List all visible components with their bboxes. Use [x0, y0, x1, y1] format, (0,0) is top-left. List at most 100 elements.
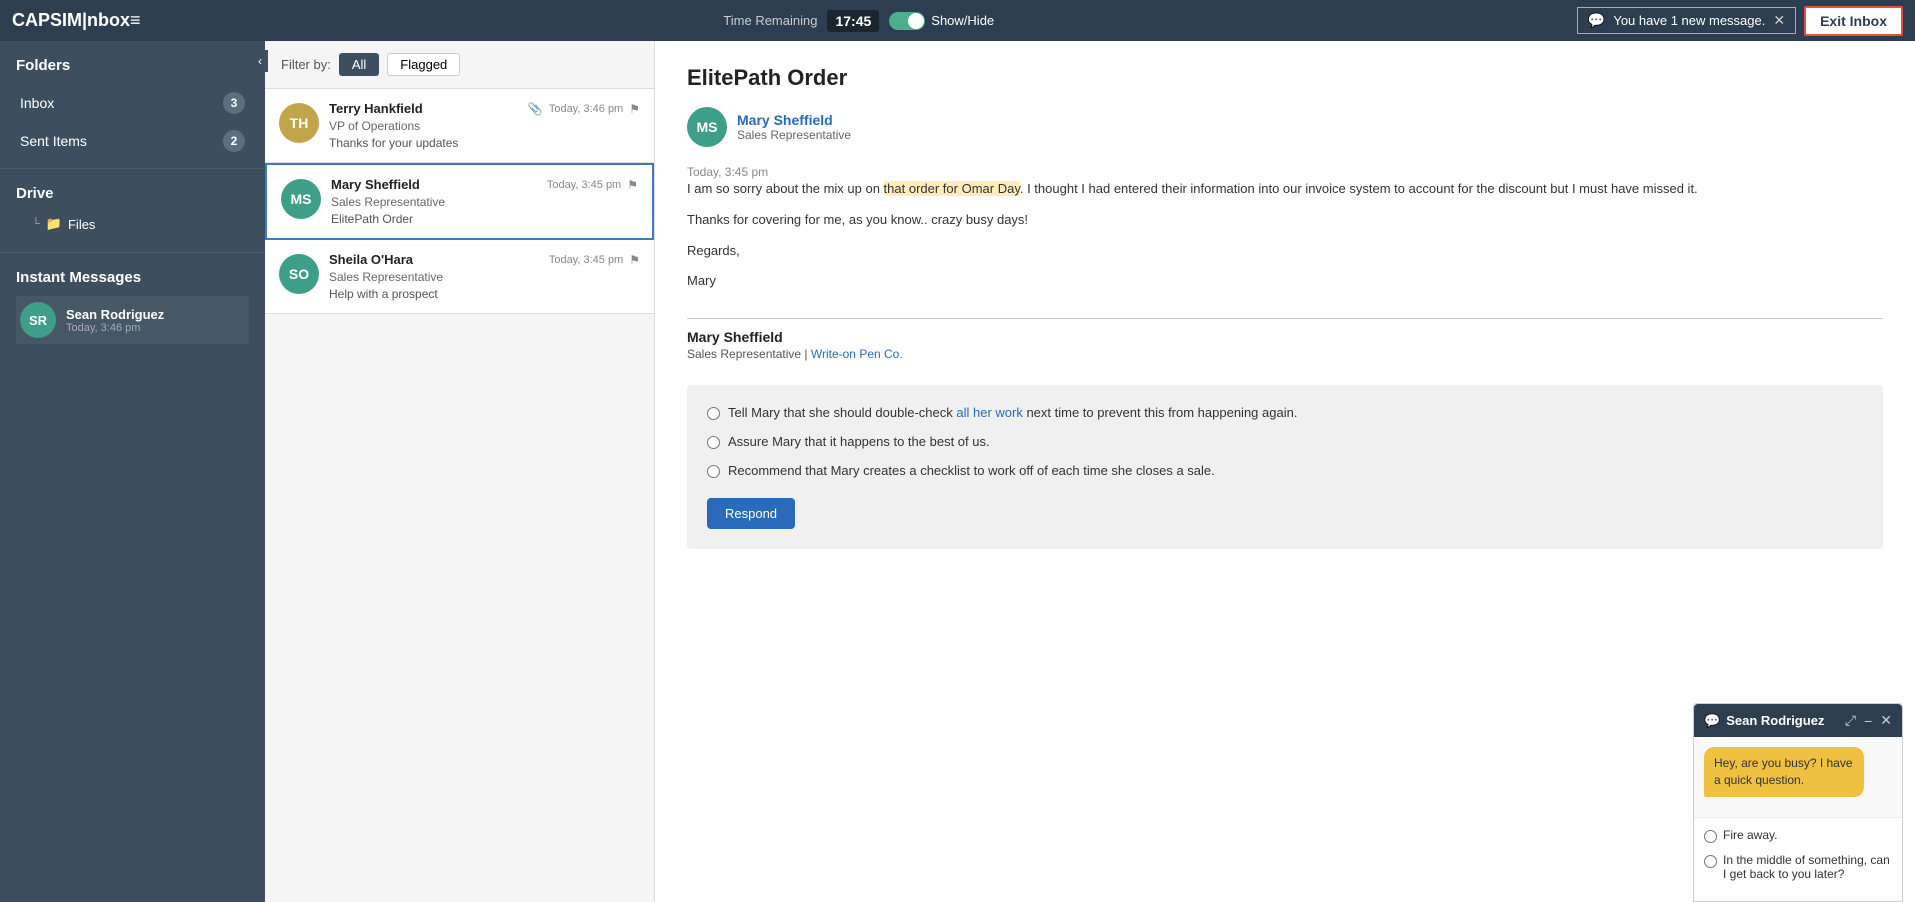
email-signature: Mary Sheffield Sales Representative | Wr…: [687, 318, 1883, 361]
email-list-panel: Filter by: All Flagged TH Terry Hankfiel…: [265, 41, 655, 902]
exit-inbox-button[interactable]: Exit Inbox: [1804, 6, 1903, 36]
show-hide-toggle[interactable]: Show/Hide: [889, 12, 994, 30]
response-radio-1[interactable]: [707, 407, 720, 420]
filter-label: Filter by:: [281, 57, 331, 72]
show-hide-label: Show/Hide: [931, 13, 994, 28]
chat-bubble-message: Hey, are you busy? I have a quick questi…: [1704, 747, 1864, 797]
im-title: Instant Messages: [16, 269, 249, 286]
role-sheila: Sales Representative: [329, 270, 640, 284]
chat-header-name: Sean Rodriguez: [1726, 713, 1824, 728]
toggle-switch[interactable]: [889, 12, 925, 30]
toggle-knob: [908, 13, 924, 29]
meta-mary: Today, 3:45 pm ⚑: [547, 178, 638, 192]
chat-response-1[interactable]: Fire away.: [1704, 828, 1892, 843]
signature-name: Mary Sheffield: [687, 329, 1883, 345]
chat-close-icon[interactable]: ✕: [1880, 712, 1892, 729]
response-radio-3[interactable]: [707, 465, 720, 478]
chat-panel: 💬 Sean Rodriguez ⤢ − ✕ Hey, are you busy…: [1693, 703, 1903, 902]
timer-display: 17:45: [827, 10, 879, 32]
app-logo: CAPSIM|nbox≡: [12, 10, 141, 31]
respond-button[interactable]: Respond: [707, 498, 795, 529]
im-time-sean: Today, 3:46 pm: [66, 322, 164, 334]
response-radio-2[interactable]: [707, 436, 720, 449]
chat-response-2[interactable]: In the middle of something, can I get ba…: [1704, 853, 1892, 881]
response-label-2: Assure Mary that it happens to the best …: [728, 434, 990, 449]
folder-icon: 📁: [46, 216, 62, 232]
response-option-1[interactable]: Tell Mary that she should double-check a…: [707, 405, 1863, 420]
chat-header-controls: ⤢ − ✕: [1845, 712, 1892, 729]
main-layout: ‹ Folders Inbox 3 Sent Items 2 Drive └ 📁…: [0, 41, 1915, 902]
notification-close-icon[interactable]: ✕: [1773, 12, 1785, 29]
im-info-sean: Sean Rodriguez Today, 3:46 pm: [66, 307, 164, 334]
email-sender-row: MS Mary Sheffield Sales Representative: [687, 107, 1883, 147]
flag-icon-sheila: ⚑: [629, 253, 640, 267]
response-label-1: Tell Mary that she should double-check a…: [728, 405, 1297, 420]
response-option-2[interactable]: Assure Mary that it happens to the best …: [707, 434, 1863, 449]
drive-section: Drive └ 📁 Files: [0, 168, 265, 252]
body-para-4: Mary: [687, 271, 1883, 292]
chat-minimize-icon[interactable]: −: [1864, 713, 1872, 729]
chat-expand-icon[interactable]: ⤢: [1845, 712, 1856, 729]
email-header-sheila: Sheila O'Hara Today, 3:45 pm ⚑: [329, 252, 640, 267]
drive-files-item[interactable]: └ 📁 Files: [16, 212, 249, 236]
chat-response-label-1: Fire away.: [1723, 828, 1777, 842]
sidebar-item-inbox[interactable]: Inbox 3: [16, 84, 249, 122]
filter-all-button[interactable]: All: [339, 53, 379, 76]
email-detail-title: ElitePath Order: [687, 65, 1883, 91]
notification-bar: 💬 You have 1 new message. ✕: [1577, 7, 1796, 34]
sender-detail-info: Mary Sheffield Sales Representative: [737, 112, 851, 142]
meta-sheila: Today, 3:45 pm ⚑: [549, 253, 640, 267]
subject-mary: ElitePath Order: [331, 212, 638, 226]
instant-messages-section: Instant Messages SR Sean Rodriguez Today…: [0, 252, 265, 360]
email-item-mary[interactable]: MS Mary Sheffield Today, 3:45 pm ⚑ Sales…: [265, 163, 654, 240]
email-item-terry[interactable]: TH Terry Hankfield 📎 Today, 3:46 pm ⚑ VP…: [265, 89, 654, 163]
filter-flagged-button[interactable]: Flagged: [387, 53, 460, 76]
signature-role: Sales Representative | Write-on Pen Co.: [687, 347, 1883, 361]
folders-title: Folders: [16, 57, 249, 74]
email-content-terry: Terry Hankfield 📎 Today, 3:46 pm ⚑ VP of…: [329, 101, 640, 150]
flag-icon-terry: ⚑: [629, 102, 640, 116]
response-area: Tell Mary that she should double-check a…: [687, 385, 1883, 549]
sidebar-item-sent[interactable]: Sent Items 2: [16, 122, 249, 160]
subject-terry: Thanks for your updates: [329, 136, 640, 150]
sidebar-toggle-button[interactable]: ‹: [252, 50, 268, 72]
email-detail-time: Today, 3:45 pm: [687, 165, 1883, 179]
avatar-terry: TH: [279, 103, 319, 143]
topbar-right: 💬 You have 1 new message. ✕ Exit Inbox: [1577, 6, 1903, 36]
email-item-sheila[interactable]: SO Sheila O'Hara Today, 3:45 pm ⚑ Sales …: [265, 240, 654, 314]
drive-indent: └: [32, 218, 40, 230]
chat-radio-2[interactable]: [1704, 855, 1717, 868]
time-remaining-label: Time Remaining: [723, 13, 817, 28]
chat-responses: Fire away. In the middle of something, c…: [1694, 817, 1902, 901]
email-header-terry: Terry Hankfield 📎 Today, 3:46 pm ⚑: [329, 101, 640, 116]
inbox-label: Inbox: [20, 95, 54, 111]
chat-body: Hey, are you busy? I have a quick questi…: [1694, 737, 1902, 817]
email-body: I am so sorry about the mix up on that o…: [687, 179, 1883, 302]
chat-radio-1[interactable]: [1704, 830, 1717, 843]
filter-bar: Filter by: All Flagged: [265, 41, 654, 89]
email-content-mary: Mary Sheffield Today, 3:45 pm ⚑ Sales Re…: [331, 177, 638, 226]
inbox-badge: 3: [223, 92, 245, 114]
chat-header-left: 💬 Sean Rodriguez: [1704, 713, 1824, 729]
chat-bubble-icon: 💬: [1704, 713, 1720, 729]
sender-detail-role: Sales Representative: [737, 128, 851, 142]
drive-title: Drive: [16, 185, 249, 202]
sender-terry: Terry Hankfield: [329, 101, 423, 116]
sender-mary: Mary Sheffield: [331, 177, 420, 192]
body-para-2: Thanks for covering for me, as you know.…: [687, 210, 1883, 231]
topbar: CAPSIM|nbox≡ Time Remaining 17:45 Show/H…: [0, 0, 1915, 41]
chat-response-label-2: In the middle of something, can I get ba…: [1723, 853, 1892, 881]
topbar-left: CAPSIM|nbox≡: [12, 10, 141, 31]
meta-terry: 📎 Today, 3:46 pm ⚑: [528, 102, 640, 116]
signature-company: Write-on Pen Co.: [811, 347, 903, 361]
im-item-sean[interactable]: SR Sean Rodriguez Today, 3:46 pm: [16, 296, 249, 344]
sender-detail-name: Mary Sheffield: [737, 112, 851, 128]
avatar-sheila: SO: [279, 254, 319, 294]
response-option-3[interactable]: Recommend that Mary creates a checklist …: [707, 463, 1863, 478]
subject-sheila: Help with a prospect: [329, 287, 640, 301]
chat-header: 💬 Sean Rodriguez ⤢ − ✕: [1694, 704, 1902, 737]
im-name-sean: Sean Rodriguez: [66, 307, 164, 322]
body-para-1: I am so sorry about the mix up on that o…: [687, 179, 1883, 200]
avatar-mary: MS: [281, 179, 321, 219]
response-label-3: Recommend that Mary creates a checklist …: [728, 463, 1215, 478]
